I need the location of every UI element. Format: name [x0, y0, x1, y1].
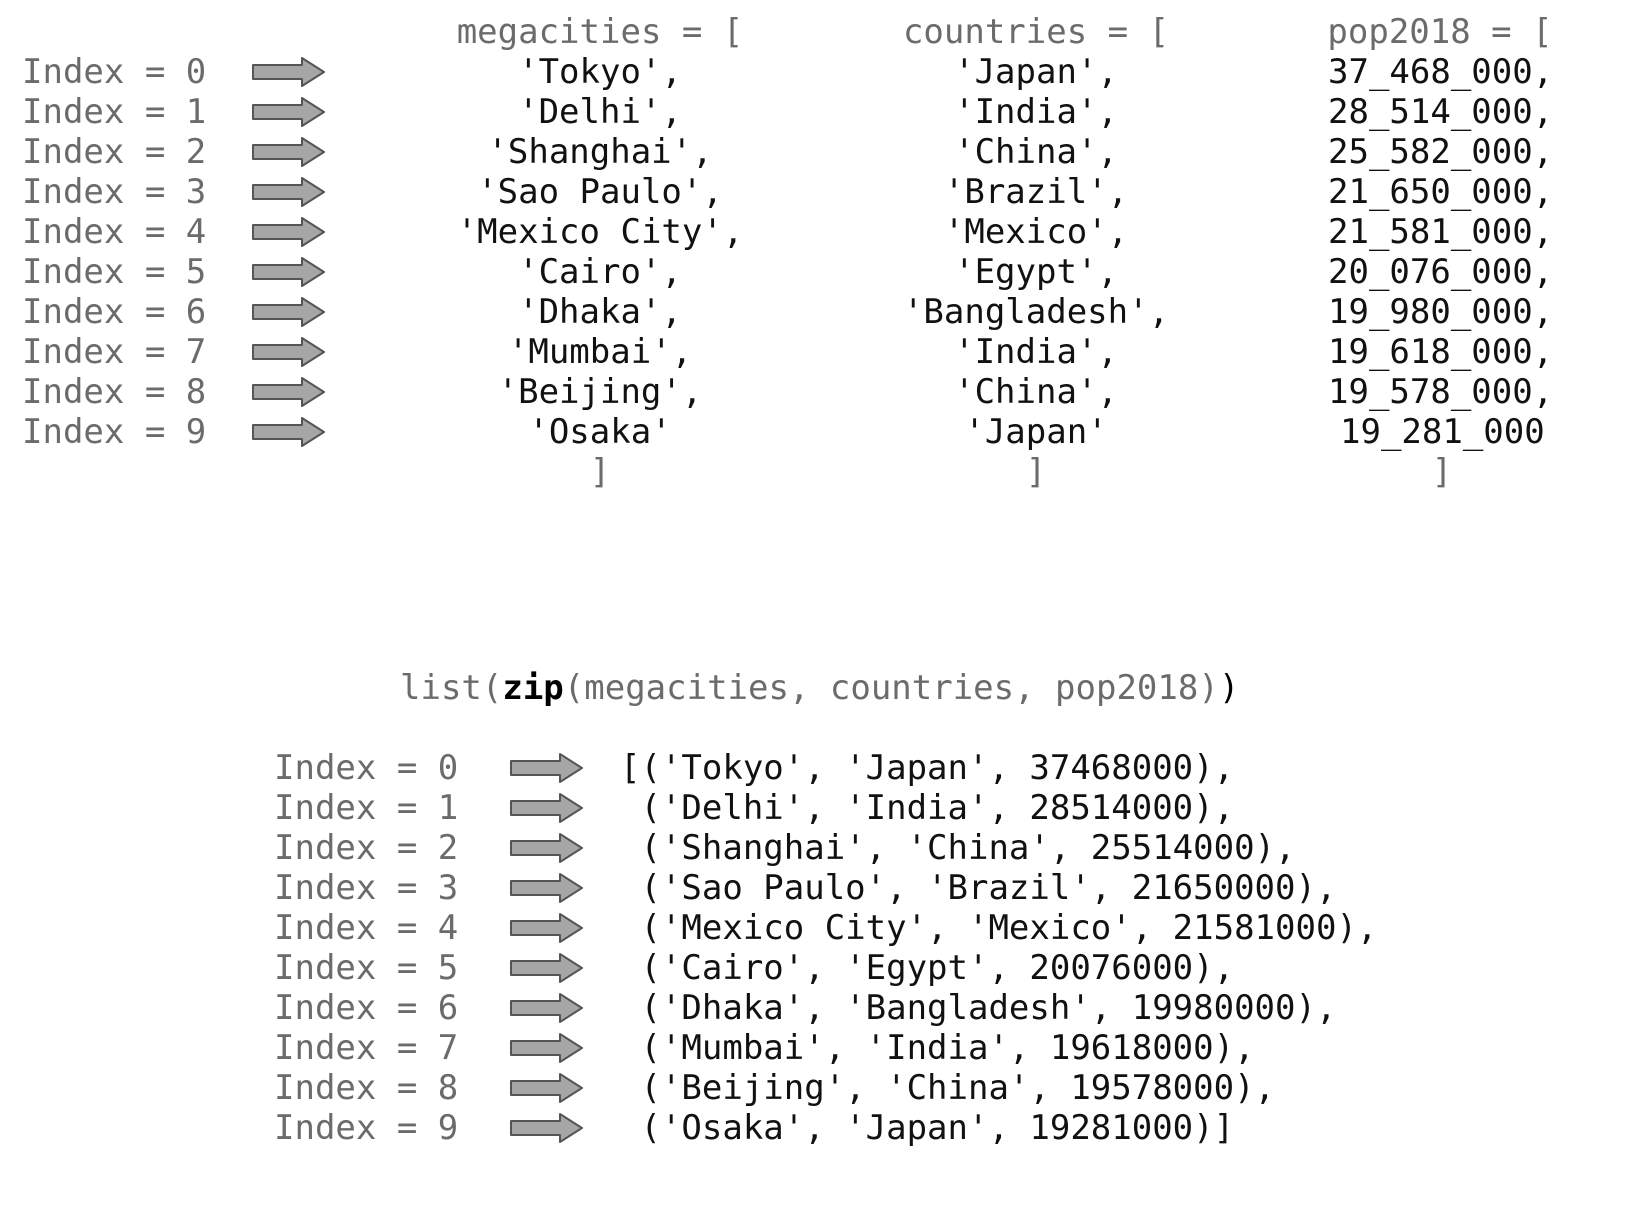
megacity-value: 'Delhi', — [518, 92, 682, 132]
right-arrow-icon — [252, 97, 326, 127]
right-arrow-icon — [510, 1073, 584, 1103]
top-index-label: Index = 9 — [22, 412, 207, 452]
country-value: 'Japan', — [954, 52, 1118, 92]
population-value: 19_578_000, — [1328, 372, 1554, 412]
megacities-close-bracket: ] — [589, 452, 611, 492]
top-index-label: Index = 1 — [22, 92, 207, 132]
zipped-tuple: ('Delhi', 'India', 28514000), — [620, 788, 1235, 828]
right-arrow-icon — [252, 337, 326, 367]
country-value: 'India', — [954, 332, 1118, 372]
megacity-value: 'Dhaka', — [518, 292, 682, 332]
zipped-tuple: ('Mumbai', 'India', 19618000), — [620, 1028, 1255, 1068]
bottom-index-label: Index = 4 — [274, 908, 459, 948]
megacity-value: 'Mumbai', — [507, 332, 693, 372]
country-value: 'India', — [954, 92, 1118, 132]
megacity-value: 'Osaka' — [528, 412, 672, 452]
zipped-tuple: ('Cairo', 'Egypt', 20076000), — [620, 948, 1235, 988]
bottom-index-label: Index = 7 — [274, 1028, 459, 1068]
zip-call-close: ) — [1218, 668, 1240, 708]
countries-close-bracket: ] — [1025, 452, 1047, 492]
bottom-index-label: Index = 9 — [274, 1108, 459, 1148]
country-value: 'China', — [954, 372, 1118, 412]
right-arrow-icon — [510, 953, 584, 983]
population-value: 19_618_000, — [1328, 332, 1554, 372]
right-arrow-icon — [510, 1113, 584, 1143]
megacity-value: 'Beijing', — [497, 372, 703, 412]
bottom-index-label: Index = 0 — [274, 748, 459, 788]
right-arrow-icon — [252, 257, 326, 287]
country-value: 'Mexico', — [943, 212, 1129, 252]
right-arrow-icon — [510, 873, 584, 903]
megacity-value: 'Shanghai', — [487, 132, 713, 172]
right-arrow-icon — [510, 753, 584, 783]
zipped-tuple: ('Beijing', 'China', 19578000), — [620, 1068, 1276, 1108]
right-arrow-icon — [510, 993, 584, 1023]
bottom-index-label: Index = 1 — [274, 788, 459, 828]
zipped-tuple: ('Shanghai', 'China', 25514000), — [620, 828, 1296, 868]
zip-call-expression: list(zip(megacities, countries, pop2018)… — [400, 668, 1239, 708]
country-value: 'Brazil', — [943, 172, 1129, 212]
right-arrow-icon — [510, 793, 584, 823]
right-arrow-icon — [510, 833, 584, 863]
population-value: 21_650_000, — [1328, 172, 1554, 212]
bottom-index-label: Index = 2 — [274, 828, 459, 868]
population-value: 25_582_000, — [1328, 132, 1554, 172]
right-arrow-icon — [252, 137, 326, 167]
bottom-index-label: Index = 6 — [274, 988, 459, 1028]
right-arrow-icon — [510, 1033, 584, 1063]
bottom-index-label: Index = 8 — [274, 1068, 459, 1108]
country-value: 'Egypt', — [954, 252, 1118, 292]
bottom-index-label: Index = 5 — [274, 948, 459, 988]
population-value: 19_281_000 — [1340, 412, 1545, 452]
top-index-label: Index = 4 — [22, 212, 207, 252]
country-value: 'Japan' — [964, 412, 1108, 452]
zipped-tuple: [('Tokyo', 'Japan', 37468000), — [620, 748, 1235, 788]
bottom-index-label: Index = 3 — [274, 868, 459, 908]
zip-call-prefix: list( — [400, 668, 503, 708]
megacity-value: 'Sao Paulo', — [477, 172, 723, 212]
right-arrow-icon — [252, 177, 326, 207]
zipped-tuple: ('Osaka', 'Japan', 19281000)] — [620, 1108, 1235, 1148]
megacity-value: 'Mexico City', — [456, 212, 744, 252]
top-index-label: Index = 3 — [22, 172, 207, 212]
pop2018-header: pop2018 = [ — [1327, 12, 1553, 52]
right-arrow-icon — [510, 913, 584, 943]
top-index-label: Index = 8 — [22, 372, 207, 412]
megacity-value: 'Cairo', — [518, 252, 682, 292]
pop2018-close-bracket: ] — [1431, 452, 1453, 492]
megacities-header: megacities = [ — [456, 12, 744, 52]
top-index-label: Index = 2 — [22, 132, 207, 172]
country-value: 'China', — [954, 132, 1118, 172]
right-arrow-icon — [252, 377, 326, 407]
country-value: 'Bangladesh', — [902, 292, 1170, 332]
population-value: 37_468_000, — [1328, 52, 1554, 92]
zipped-tuple: ('Sao Paulo', 'Brazil', 21650000), — [620, 868, 1337, 908]
zip-call-args: (megacities, countries, pop2018) — [563, 668, 1219, 708]
top-index-label: Index = 5 — [22, 252, 207, 292]
right-arrow-icon — [252, 217, 326, 247]
zipped-tuple: ('Mexico City', 'Mexico', 21581000), — [620, 908, 1378, 948]
population-value: 19_980_000, — [1328, 292, 1554, 332]
megacity-value: 'Tokyo', — [518, 52, 682, 92]
top-index-label: Index = 7 — [22, 332, 207, 372]
zipped-tuple: ('Dhaka', 'Bangladesh', 19980000), — [620, 988, 1337, 1028]
population-value: 21_581_000, — [1328, 212, 1554, 252]
right-arrow-icon — [252, 297, 326, 327]
countries-header: countries = [ — [902, 12, 1170, 52]
population-value: 20_076_000, — [1328, 252, 1554, 292]
population-value: 28_514_000, — [1328, 92, 1554, 132]
zip-function-name: zip — [502, 668, 564, 708]
top-index-label: Index = 6 — [22, 292, 207, 332]
top-index-label: Index = 0 — [22, 52, 207, 92]
right-arrow-icon — [252, 57, 326, 87]
right-arrow-icon — [252, 417, 326, 447]
